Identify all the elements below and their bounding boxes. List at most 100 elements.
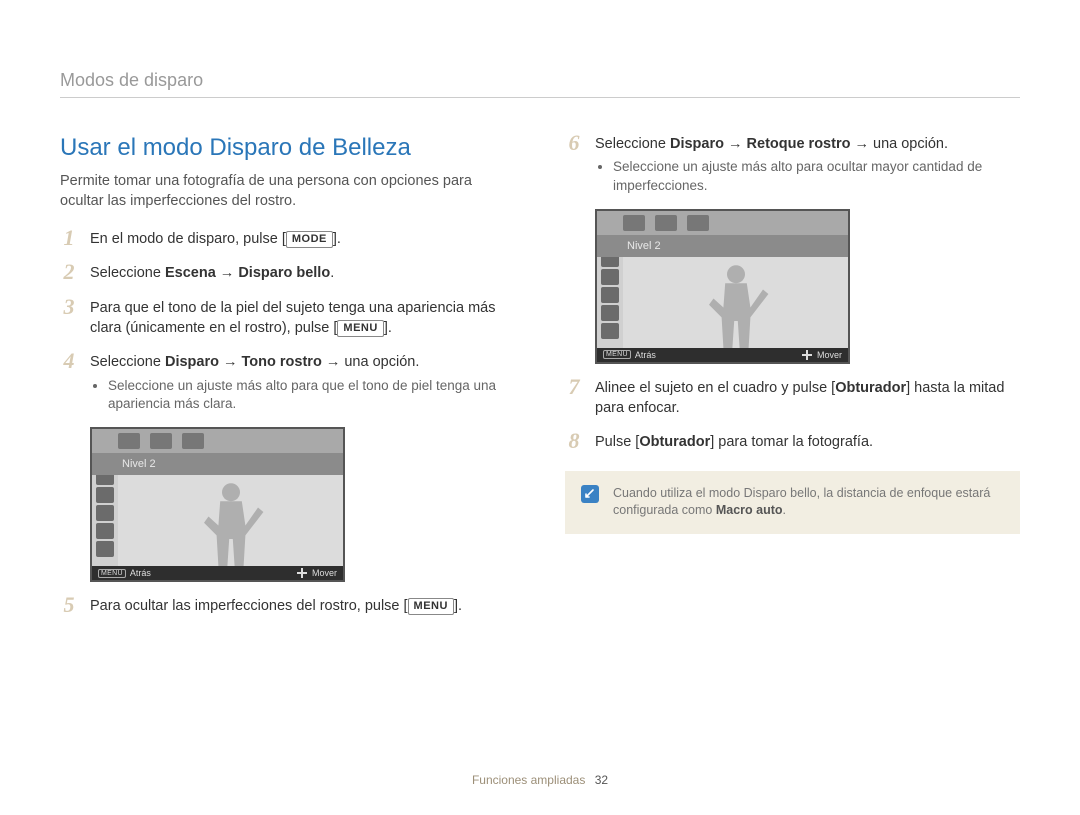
note-bold: Macro auto	[716, 503, 783, 517]
step-text: En el modo de disparo, pulse [	[90, 231, 286, 247]
step-text: Alinee el sujeto en el cuadro y pulse [	[595, 380, 835, 396]
camera-topbar	[597, 211, 848, 235]
step-bold: Obturador	[835, 380, 906, 396]
note-text-a: Cuando utiliza el modo Disparo bello, la…	[613, 486, 990, 518]
sidebar-icon	[96, 523, 114, 539]
camera-topbar	[92, 429, 343, 453]
step-4: 4 Seleccione Disparo → Tono rostro → una…	[60, 352, 515, 413]
step-number: 1	[60, 227, 78, 249]
steps-list-left-cont: 5 Para ocultar las imperfecciones del ro…	[60, 596, 515, 616]
divider	[60, 97, 1020, 98]
step-2: 2 Seleccione Escena → Disparo bello.	[60, 263, 515, 283]
breadcrumb: Modos de disparo	[60, 70, 1020, 91]
menu-key: MENU	[408, 598, 454, 615]
top-icon	[118, 433, 140, 449]
step-bold: Obturador	[639, 434, 710, 450]
step-text: .	[330, 265, 334, 281]
step-number: 4	[60, 350, 78, 413]
step-bold: Disparo bello	[238, 265, 330, 281]
footer-back-label: Atrás	[130, 568, 151, 578]
step-number: 8	[565, 430, 583, 452]
step-text: Seleccione	[90, 354, 165, 370]
person-silhouette-icon	[691, 258, 781, 348]
step-bold: Tono rostro	[242, 354, 322, 370]
top-icon	[687, 215, 709, 231]
step-bold: Escena	[165, 265, 216, 281]
camera-level-row: Nivel 2	[92, 453, 343, 475]
sidebar-icon	[96, 505, 114, 521]
step-7: 7 Alinee el sujeto en el cuadro y pulse …	[565, 378, 1020, 419]
camera-level-row: Nivel 2	[597, 235, 848, 257]
note-glyph-icon	[584, 488, 596, 500]
level-label: Nivel 2	[122, 458, 156, 470]
left-column: Usar el modo Disparo de Belleza Permite …	[60, 134, 515, 630]
step-text: Pulse [	[595, 434, 639, 450]
sidebar-icon	[96, 487, 114, 503]
step-bold: Retoque rostro	[747, 136, 851, 152]
steps-list-right: 6 Seleccione Disparo → Retoque rostro → …	[565, 134, 1020, 195]
page-footer: Funciones ampliadas 32	[0, 773, 1080, 787]
steps-list-left: 1 En el modo de disparo, pulse [MODE]. 2…	[60, 229, 515, 413]
sidebar-icon	[601, 305, 619, 321]
step-text: → una opción.	[322, 354, 420, 370]
sidebar-icon	[601, 287, 619, 303]
step-text: → una opción.	[850, 136, 948, 152]
step-bold: Disparo	[165, 354, 219, 370]
camera-footer: MENU Atrás Mover	[597, 348, 848, 362]
step-bold: Disparo	[670, 136, 724, 152]
step-number: 7	[565, 376, 583, 419]
top-icon	[623, 215, 645, 231]
note-icon	[581, 485, 599, 503]
sidebar-icon	[601, 269, 619, 285]
step-5: 5 Para ocultar las imperfecciones del ro…	[60, 596, 515, 616]
content-columns: Usar el modo Disparo de Belleza Permite …	[60, 134, 1020, 630]
step-text: Para ocultar las imperfecciones del rost…	[90, 598, 408, 614]
step-text: ] para tomar la fotografía.	[710, 434, 873, 450]
level-label: Nivel 2	[627, 240, 661, 252]
top-icon	[150, 433, 172, 449]
step-bullet: Seleccione un ajuste más alto para ocult…	[613, 158, 1020, 194]
footer-page-number: 32	[595, 773, 608, 787]
note-text: Cuando utiliza el modo Disparo bello, la…	[613, 485, 1004, 520]
step-6: 6 Seleccione Disparo → Retoque rostro → …	[565, 134, 1020, 195]
steps-list-right-cont: 7 Alinee el sujeto en el cuadro y pulse …	[565, 378, 1020, 453]
camera-ui-illustration: Nivel 2 MENU Atrás Mover	[90, 427, 345, 582]
step-3: 3 Para que el tono de la piel del sujeto…	[60, 298, 515, 339]
note-box: Cuando utiliza el modo Disparo bello, la…	[565, 471, 1020, 534]
footer-back-label: Atrás	[635, 350, 656, 360]
step-text: →	[216, 265, 239, 281]
step-text: ].	[454, 598, 462, 614]
camera-viewport	[623, 257, 848, 348]
top-icon	[182, 433, 204, 449]
step-text: ].	[384, 320, 392, 336]
mode-key: MODE	[286, 231, 333, 248]
footer-move-label: Mover	[312, 568, 337, 578]
right-column: 6 Seleccione Disparo → Retoque rostro → …	[565, 134, 1020, 630]
footer-menu-key: MENU	[603, 350, 631, 359]
step-text: Seleccione	[90, 265, 165, 281]
menu-key: MENU	[337, 320, 383, 337]
step-text: →	[219, 354, 242, 370]
step-1: 1 En el modo de disparo, pulse [MODE].	[60, 229, 515, 249]
step-text: Seleccione	[595, 136, 670, 152]
camera-footer: MENU Atrás Mover	[92, 566, 343, 580]
step-text: ].	[333, 231, 341, 247]
footer-section: Funciones ampliadas	[472, 773, 585, 787]
camera-ui-illustration: Nivel 2 MENU Atrás Mover	[595, 209, 850, 364]
camera-viewport	[118, 475, 343, 566]
footer-move-label: Mover	[817, 350, 842, 360]
section-title: Usar el modo Disparo de Belleza	[60, 134, 515, 162]
step-bullet: Seleccione un ajuste más alto para que e…	[108, 377, 515, 413]
step-number: 2	[60, 261, 78, 283]
person-silhouette-icon	[186, 476, 276, 566]
note-text-b: .	[783, 503, 786, 517]
top-icon	[655, 215, 677, 231]
step-number: 3	[60, 296, 78, 339]
step-number: 5	[60, 594, 78, 616]
sidebar-icon	[601, 323, 619, 339]
footer-menu-key: MENU	[98, 569, 126, 578]
intro-text: Permite tomar una fotografía de una pers…	[60, 172, 515, 211]
nav-cross-icon	[297, 568, 307, 578]
step-text: Para que el tono de la piel del sujeto t…	[90, 300, 495, 336]
nav-cross-icon	[802, 350, 812, 360]
